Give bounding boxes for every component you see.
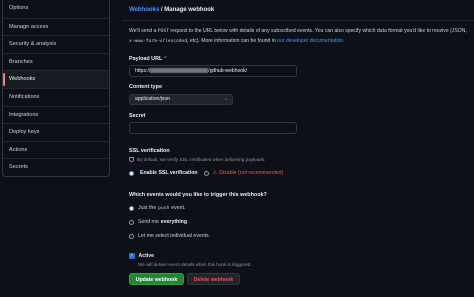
enable-ssl-label: Enable SSL verification [140,170,198,176]
secret-label: Secret [129,113,146,119]
sidebar-item-secrets[interactable]: Secrets [3,158,109,176]
ssl-verification-label: SSL verification [129,148,170,154]
sidebar-item-actions[interactable]: Actions [3,140,109,159]
individual-events-radio[interactable] [129,233,134,239]
breadcrumb-webhooks-link[interactable]: Webhooks [129,7,159,13]
shield-icon [129,157,134,162]
sidebar-item-integrations[interactable]: Integrations [3,105,109,124]
sidebar-item-deploy-keys[interactable]: Deploy keys [3,123,109,141]
active-option[interactable]: ✓ Active [129,253,154,259]
sidebar-item-notifications[interactable]: Notifications [3,87,109,106]
event-option-individual[interactable]: Let me select individual events. [129,233,210,239]
breadcrumb: Webhooks / Manage webhook [129,7,214,13]
page-title: Manage webhook [164,7,215,13]
delete-webhook-button[interactable]: Delete webhook [187,273,240,285]
event-option-everything[interactable]: Send me everything. [129,219,190,225]
sidebar-item-security-analysis[interactable]: Security & analysis [3,35,109,53]
update-webhook-button[interactable]: Update webhook [129,273,184,285]
disable-ssl-option[interactable]: ⚠ Disable (not recommended) [203,170,283,176]
content-type-select[interactable]: application/json ⌄ [129,94,233,105]
header-divider [122,20,474,21]
sidebar-item-options[interactable]: Options [3,0,109,18]
breadcrumb-separator: / [160,7,163,13]
webhook-form: Webhooks / Manage webhook We'll send a P… [122,0,474,297]
required-asterisk: * [164,56,167,62]
content-type-label: Content type [129,84,162,90]
settings-sidebar: Options Manage access Security & analysi… [2,0,110,177]
secret-input[interactable] [129,122,297,134]
disable-ssl-radio[interactable] [203,170,209,176]
sidebar-item-webhooks[interactable]: Webhooks [3,70,109,88]
active-hint: We will deliver event details when this … [138,262,252,267]
redacted-host [150,68,209,74]
ssl-options: Enable SSL verification ⚠ Disable (not r… [129,170,283,176]
payload-url-input[interactable]: https:///github-webhook/ [129,65,297,77]
format-code: x-www-form-urlencoded [129,38,188,44]
alert-icon: ⚠ [212,170,218,176]
post-method-code: POST [157,29,169,34]
event-option-push[interactable]: Just the push event. [129,205,185,211]
push-event-radio[interactable] [129,205,134,211]
events-question-label: Which events would you like to trigger t… [129,192,267,198]
everything-radio[interactable] [129,219,134,225]
active-label: Active [138,253,155,259]
chevron-down-icon: ⌄ [223,96,228,102]
sidebar-item-branches[interactable]: Branches [3,52,109,71]
active-checkbox[interactable]: ✓ [129,253,135,259]
payload-url-label: Payload URL * [129,56,167,62]
developer-docs-link[interactable]: our developer documentation [277,38,343,44]
ssl-hint: By default, we verify SSL certificates w… [129,157,265,162]
sidebar-item-manage-access[interactable]: Manage access [3,17,109,36]
intro-text: We'll send a POST request to the URL bel… [129,28,467,44]
enable-ssl-radio[interactable] [129,170,134,176]
